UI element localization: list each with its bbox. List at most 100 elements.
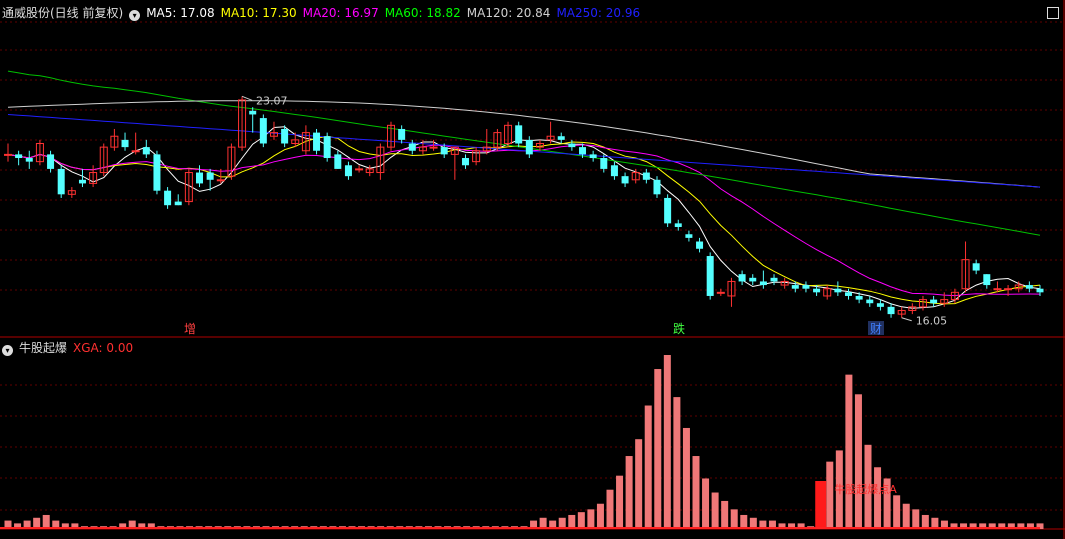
- candle-body: [131, 150, 140, 153]
- candle-body: [408, 143, 416, 151]
- candle-body: [1025, 285, 1033, 289]
- signal-bar: [577, 512, 585, 529]
- candle-body: [259, 118, 267, 144]
- sub-panel-header: ▾ 牛股起爆 XGA: 0.00: [2, 339, 139, 356]
- candle-body: [142, 147, 150, 155]
- ma-indicator: MA20: 16.97: [302, 6, 379, 20]
- candle-body: [674, 223, 682, 227]
- signal-bar: [893, 495, 901, 529]
- candle-body: [57, 168, 65, 195]
- candle-body: [972, 263, 980, 271]
- event-marker: 增: [184, 322, 196, 336]
- candle-body: [706, 256, 714, 296]
- signal-bar: [635, 439, 643, 529]
- candle-body: [334, 154, 342, 169]
- signal-bar: [826, 461, 834, 529]
- candle-body: [323, 136, 331, 159]
- settings-icon[interactable]: ▾: [2, 345, 13, 356]
- candle-body: [281, 128, 289, 144]
- candle-body: [642, 172, 650, 180]
- candle-body: [866, 299, 874, 304]
- candle-body: [568, 143, 576, 148]
- candle-body: [344, 165, 352, 177]
- xga-indicator: XGA: 0.00: [73, 341, 134, 355]
- ma-indicator: MA250: 20.96: [556, 6, 641, 20]
- event-marker: 财: [870, 322, 882, 336]
- candle-body: [759, 281, 767, 286]
- sub-panel-title[interactable]: 牛股起爆: [19, 341, 67, 355]
- candle-body: [216, 179, 225, 182]
- high-price-label: 23.07: [256, 94, 288, 107]
- settings-icon[interactable]: ▾: [129, 10, 141, 21]
- signal-bar: [845, 374, 853, 529]
- candle-body: [398, 128, 406, 140]
- candle-body: [4, 153, 12, 156]
- candle-body: [887, 306, 895, 315]
- candle-body: [25, 158, 33, 162]
- signal-bar: [702, 478, 710, 529]
- candle-body: [716, 291, 725, 294]
- candle-body: [930, 299, 938, 304]
- candle-body: [855, 295, 863, 300]
- candle-body: [834, 288, 842, 293]
- candle-body: [164, 190, 172, 206]
- candle-body: [802, 285, 810, 289]
- candle-body: [440, 147, 448, 155]
- signal-bar: [587, 509, 595, 529]
- ma5-line: [7, 126, 1041, 309]
- candle-body: [813, 288, 821, 293]
- candle-body: [993, 288, 1002, 291]
- candle-body: [1036, 288, 1044, 293]
- candle-body: [47, 154, 55, 169]
- signal-bar: [644, 405, 652, 529]
- candle-body: [610, 165, 618, 177]
- signal-bar: [711, 492, 719, 529]
- signal-bar: [921, 514, 929, 529]
- chart-canvas: 23.07 16.05 增 跌 财牛股起爆点A: [0, 0, 1065, 539]
- candle-body: [696, 241, 704, 249]
- maximize-icon[interactable]: [1047, 7, 1059, 19]
- candle-body: [738, 274, 746, 282]
- low-label-pointer: [901, 317, 912, 322]
- candle-body: [844, 292, 852, 296]
- stock-title[interactable]: 通威股份(日线 前复权): [2, 6, 123, 20]
- ma10-line: [7, 135, 1041, 305]
- candle-body: [600, 158, 608, 169]
- candle-body: [791, 285, 799, 289]
- signal-bar: [874, 467, 882, 529]
- candle-body: [983, 274, 991, 286]
- candle-body: [313, 132, 321, 151]
- low-price-label: 16.05: [916, 315, 948, 328]
- ma-indicator: MA60: 18.82: [384, 6, 461, 20]
- candle-body: [249, 110, 257, 115]
- signal-bar: [42, 514, 50, 529]
- candle-body: [589, 154, 597, 159]
- signal-bar: [596, 503, 604, 529]
- candle-body: [461, 158, 469, 166]
- candle-body: [749, 277, 757, 282]
- signal-highlight-bar: [815, 481, 827, 529]
- signal-bar: [902, 503, 910, 529]
- signal-bar: [625, 456, 633, 529]
- candle-body: [121, 139, 129, 148]
- ma-indicator: MA10: 17.30: [220, 6, 297, 20]
- candle-body: [557, 136, 565, 140]
- signal-bar: [654, 369, 662, 529]
- ma60-line: [7, 70, 1041, 236]
- main-panel-header: 通威股份(日线 前复权) ▾ MA5: 17.08 MA10: 17.30 MA20: …: [2, 4, 652, 21]
- candle-body: [685, 234, 693, 238]
- signal-bar: [673, 397, 681, 529]
- ma-indicator: MA120: 20.84: [466, 6, 551, 20]
- candle-body: [525, 139, 533, 155]
- candle-body: [579, 147, 587, 155]
- ma-indicator: MA5: 17.08: [146, 6, 215, 20]
- signal-bar: [692, 456, 700, 529]
- breakout-annotation: 牛股起爆点A: [834, 482, 897, 496]
- signal-bar: [721, 500, 729, 529]
- candle-body: [206, 172, 214, 180]
- candle-body: [653, 179, 661, 195]
- signal-bar: [663, 355, 671, 529]
- signal-bar: [682, 427, 690, 529]
- signal-bar: [740, 514, 748, 529]
- signal-bar: [730, 509, 738, 529]
